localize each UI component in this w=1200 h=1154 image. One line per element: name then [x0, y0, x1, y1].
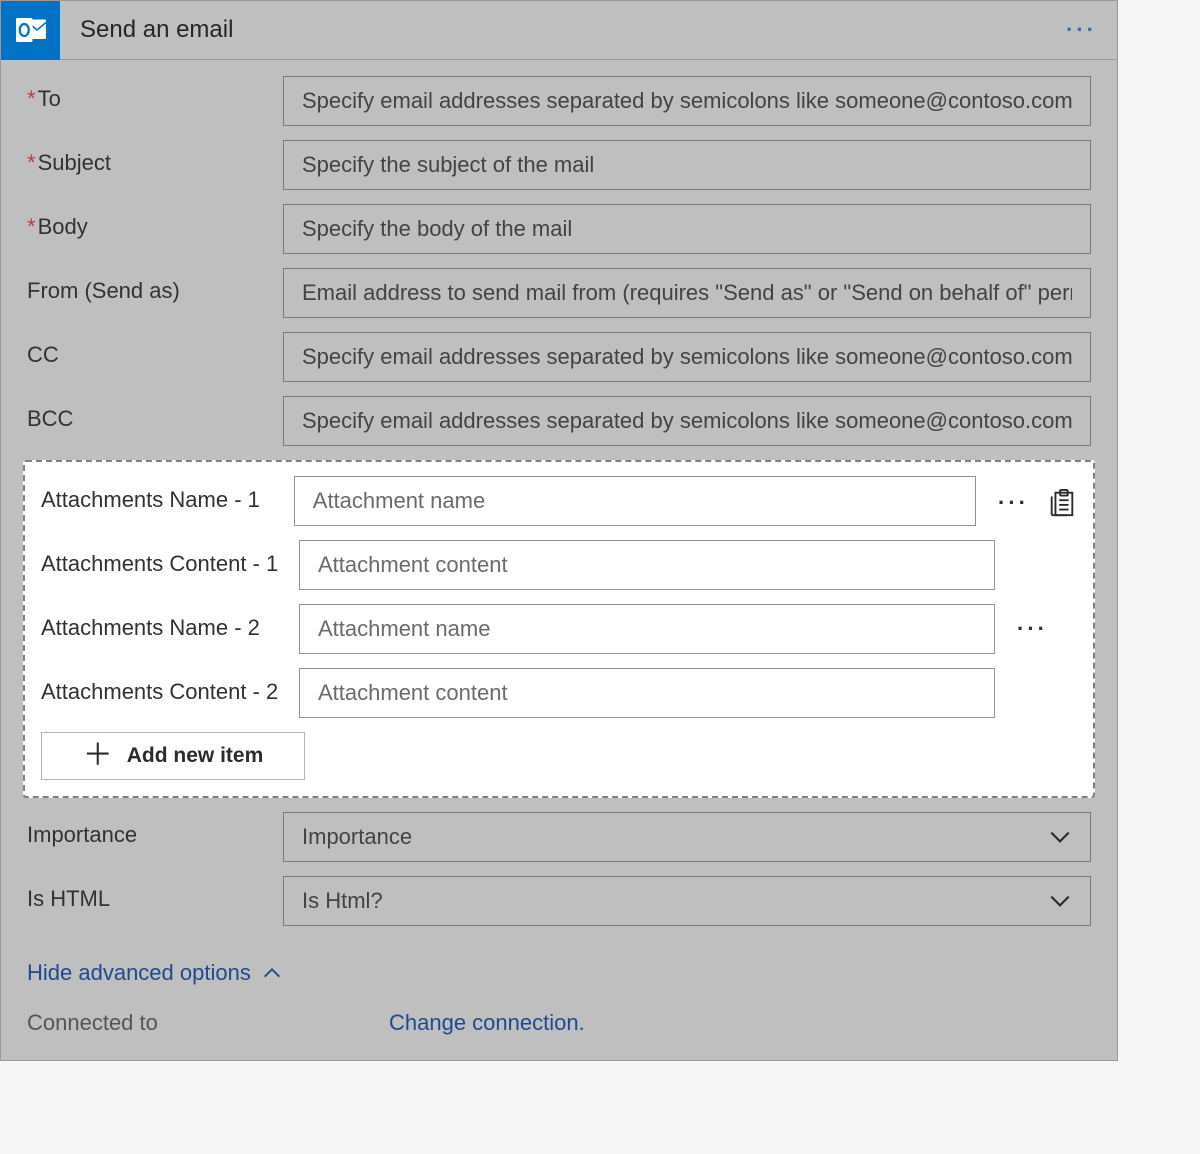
body-input[interactable]: [283, 204, 1091, 254]
field-label-to: *To: [27, 76, 283, 112]
field-label-body: *Body: [27, 204, 283, 240]
field-label-is-html: Is HTML: [27, 876, 283, 912]
cc-input[interactable]: [283, 332, 1091, 382]
attachment-name-input-2[interactable]: [299, 604, 995, 654]
attachment-name-input-1[interactable]: [294, 476, 976, 526]
attachment-actions-1: ···: [976, 476, 1077, 518]
card-title: Send an email: [60, 16, 1062, 44]
attachment-ellipsis-icon-2[interactable]: ···: [1017, 616, 1048, 642]
attachment-content-label-1: Attachments Content - 1: [41, 540, 299, 578]
attachments-group: Attachments Name - 1 ···: [23, 460, 1095, 798]
is-html-select-value: Is Html?: [302, 888, 383, 914]
field-row-importance: Importance Importance: [27, 812, 1091, 862]
field-label-importance: Importance: [27, 812, 283, 848]
attachment-name-label-1: Attachments Name - 1: [41, 476, 294, 514]
card-header-actions: ···: [1062, 13, 1117, 47]
field-label-cc: CC: [27, 332, 283, 368]
field-row-bcc: BCC: [27, 396, 1091, 446]
attachment-actions-2: ···: [995, 604, 1048, 642]
importance-select[interactable]: Importance: [283, 812, 1091, 862]
attachment-name-label-2: Attachments Name - 2: [41, 604, 299, 642]
attachment-content-row-2: Attachments Content - 2: [41, 668, 1077, 718]
field-label-bcc: BCC: [27, 396, 283, 432]
card-header: Send an email ···: [1, 1, 1117, 60]
chevron-up-icon: [261, 962, 283, 984]
importance-select-value: Importance: [302, 824, 412, 850]
attachment-ellipsis-icon-1[interactable]: ···: [998, 490, 1029, 516]
field-row-is-html: Is HTML Is Html?: [27, 876, 1091, 926]
field-label-subject: *Subject: [27, 140, 283, 176]
subject-input[interactable]: [283, 140, 1091, 190]
field-row-cc: CC: [27, 332, 1091, 382]
add-attachment-label: Add new item: [127, 744, 264, 768]
card-body: *To *Subject *Body From (Send as) CC BCC: [1, 60, 1117, 1060]
field-row-from: From (Send as): [27, 268, 1091, 318]
from-input[interactable]: [283, 268, 1091, 318]
field-label-from: From (Send as): [27, 268, 283, 304]
connection-footer: Connected to Change connection.: [27, 1010, 1091, 1036]
plus-icon: ＋: [83, 741, 113, 771]
hide-advanced-toggle[interactable]: Hide advanced options: [27, 960, 283, 986]
add-attachment-button[interactable]: ＋ Add new item: [41, 732, 305, 780]
card-menu-ellipsis-icon[interactable]: ···: [1062, 13, 1101, 47]
attachment-content-label-2: Attachments Content - 2: [41, 668, 299, 706]
outlook-icon: [1, 1, 60, 60]
action-card: Send an email ··· *To *Subject *Body Fro…: [0, 0, 1118, 1061]
to-input[interactable]: [283, 76, 1091, 126]
change-connection-link[interactable]: Change connection.: [389, 1010, 585, 1036]
attachment-content-input-1[interactable]: [299, 540, 995, 590]
field-row-body: *Body: [27, 204, 1091, 254]
attachment-name-row-2: Attachments Name - 2 ···: [41, 604, 1077, 654]
connected-to-label: Connected to: [27, 1010, 389, 1036]
attachment-name-row-1: Attachments Name - 1 ···: [41, 476, 1077, 526]
field-row-subject: *Subject: [27, 140, 1091, 190]
attachment-content-row-1: Attachments Content - 1: [41, 540, 1077, 590]
bcc-input[interactable]: [283, 396, 1091, 446]
field-row-to: *To: [27, 76, 1091, 126]
attachment-token-picker-icon[interactable]: [1047, 488, 1077, 518]
hide-advanced-label: Hide advanced options: [27, 960, 251, 986]
is-html-select[interactable]: Is Html?: [283, 876, 1091, 926]
attachment-content-input-2[interactable]: [299, 668, 995, 718]
